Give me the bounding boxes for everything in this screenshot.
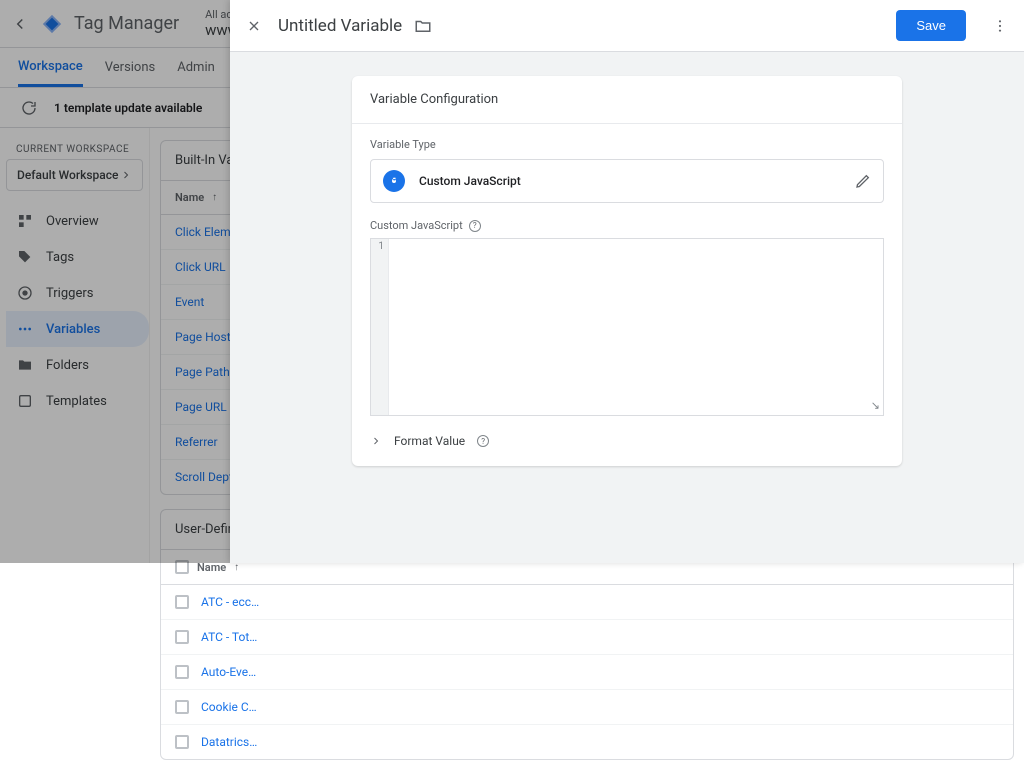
format-value-label: Format Value	[394, 434, 465, 448]
panel-title[interactable]: Untitled Variable	[278, 16, 402, 36]
panel-header: Untitled Variable Save	[230, 0, 1024, 52]
config-section-title: Variable Configuration	[352, 76, 902, 124]
table-row[interactable]: ATC - Tot…	[161, 620, 1013, 655]
custom-js-icon	[383, 170, 405, 192]
chevron-right-icon	[370, 435, 382, 447]
row-name: ATC - Tot…	[201, 630, 257, 644]
row-name: Datatrics…	[201, 735, 257, 749]
custom-js-label-text: Custom JavaScript	[370, 219, 463, 232]
variable-editor-panel: Untitled Variable Save Variable Configur…	[230, 0, 1024, 563]
help-icon[interactable]: ?	[477, 435, 489, 447]
table-row[interactable]: Datatrics…	[161, 725, 1013, 759]
variable-type-name: Custom JavaScript	[419, 174, 841, 188]
code-editor[interactable]: 1 ↘	[370, 238, 884, 416]
row-name: Auto-Eve…	[201, 665, 256, 679]
checkbox[interactable]	[175, 735, 189, 749]
line-number: 1	[378, 241, 384, 252]
save-button[interactable]: Save	[896, 10, 966, 41]
sort-up-icon: ↑	[234, 562, 239, 573]
variable-config-card: Variable Configuration Variable Type Cus…	[352, 76, 902, 466]
more-menu-icon[interactable]	[988, 14, 1012, 38]
checkbox[interactable]	[175, 630, 189, 644]
table-row[interactable]: ATC - ecc…	[161, 585, 1013, 620]
checkbox[interactable]	[175, 700, 189, 714]
row-name: ATC - ecc…	[201, 595, 259, 609]
row-name: Cookie C…	[201, 700, 257, 714]
help-icon[interactable]: ?	[469, 220, 481, 232]
variable-type-row[interactable]: Custom JavaScript	[370, 159, 884, 203]
checkbox[interactable]	[175, 595, 189, 609]
variable-type-label: Variable Type	[370, 138, 884, 151]
code-textarea[interactable]	[389, 239, 883, 415]
close-icon[interactable]	[242, 14, 266, 38]
checkbox[interactable]	[175, 665, 189, 679]
table-row[interactable]: Cookie C…	[161, 690, 1013, 725]
edit-icon[interactable]	[855, 173, 871, 189]
panel-body: Variable Configuration Variable Type Cus…	[230, 52, 1024, 563]
folder-icon[interactable]	[414, 17, 432, 35]
table-row[interactable]: Auto-Eve…	[161, 655, 1013, 690]
format-value-toggle[interactable]: Format Value ?	[352, 420, 902, 466]
custom-js-label: Custom JavaScript ?	[352, 219, 902, 232]
